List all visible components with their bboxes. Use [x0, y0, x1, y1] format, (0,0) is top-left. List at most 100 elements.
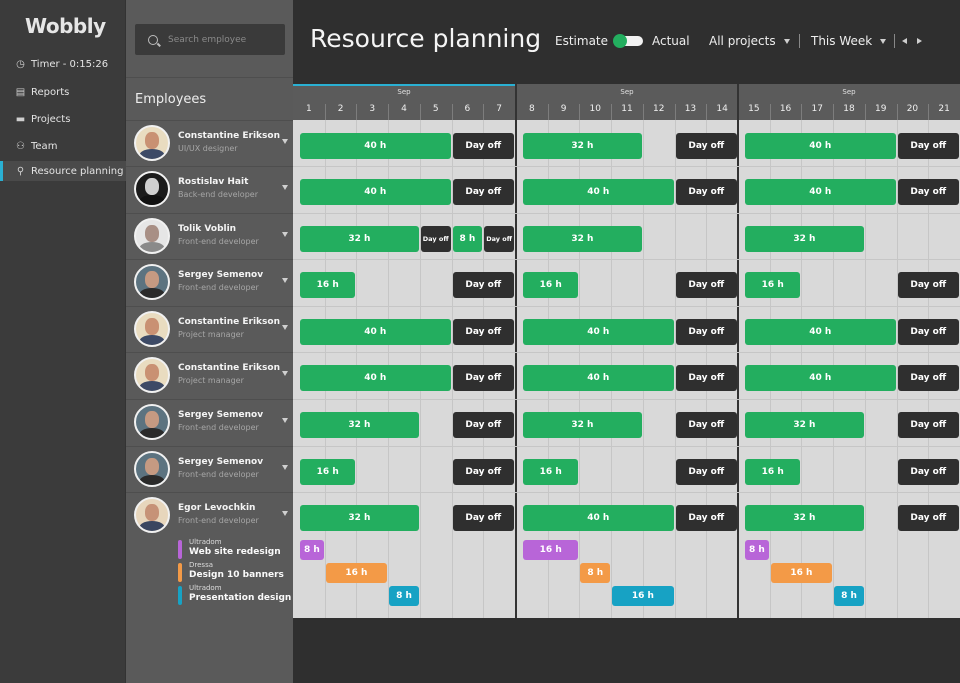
day-off-block[interactable]: Day off [675, 133, 737, 159]
search-box[interactable] [135, 24, 285, 55]
day-off-block[interactable]: Day off [675, 272, 737, 298]
work-hours-block[interactable]: 40 h [523, 179, 674, 205]
day-off-block[interactable]: Day off [420, 226, 451, 252]
employee-row[interactable]: Sergey Semenov Front-end developer [126, 399, 293, 445]
work-hours-block[interactable]: 32 h [523, 226, 642, 252]
expand-caret-icon[interactable] [282, 511, 288, 516]
work-hours-block[interactable]: 40 h [300, 365, 451, 391]
expand-caret-icon[interactable] [282, 418, 288, 423]
day-off-block[interactable]: Day off [675, 505, 737, 531]
expand-caret-icon[interactable] [282, 185, 288, 190]
day-off-block[interactable]: Day off [484, 226, 514, 252]
day-off-block[interactable]: Day off [897, 133, 959, 159]
day-off-block[interactable]: Day off [675, 459, 737, 485]
day-off-block[interactable]: Day off [452, 505, 514, 531]
day-off-block[interactable]: Day off [675, 365, 737, 391]
day-off-block[interactable]: Day off [897, 179, 959, 205]
next-period-arrow-icon[interactable] [917, 38, 922, 44]
nav-item-resource[interactable]: ⚲ Resource planning [0, 161, 126, 181]
avatar-face [145, 364, 159, 381]
day-off-block[interactable]: Day off [452, 459, 514, 485]
employee-row[interactable]: Sergey Semenov Front-end developer [126, 259, 293, 305]
employee-row[interactable]: Tolik Voblin Front-end developer [126, 213, 293, 259]
work-hours-block[interactable]: 32 h [745, 412, 864, 438]
work-hours-block[interactable]: 32 h [523, 133, 642, 159]
work-hours-block[interactable]: 40 h [300, 133, 451, 159]
work-hours-block[interactable]: 32 h [523, 412, 642, 438]
nav-item-team[interactable]: ⚇ Team [0, 136, 126, 156]
project-hours-block[interactable]: 16 h [523, 540, 579, 560]
work-hours-block[interactable]: 40 h [523, 505, 674, 531]
day-off-block[interactable]: Day off [452, 412, 514, 438]
project-hours-block[interactable]: 8 h [580, 563, 611, 583]
employee-row[interactable]: Sergey Semenov Front-end developer [126, 446, 293, 492]
work-hours-block[interactable]: 32 h [300, 412, 419, 438]
day-off-block[interactable]: Day off [675, 319, 737, 345]
employee-row[interactable]: Egor Levochkin Front-end developer Ultrado… [126, 492, 293, 618]
day-off-block[interactable]: Day off [897, 459, 959, 485]
work-hours-block[interactable]: 40 h [300, 179, 451, 205]
day-label: 21 [938, 104, 950, 114]
app-window: Wobbly ◷ Timer - 0:15:26 ▤ Reports ▬ Projects… [0, 0, 960, 683]
day-off-block[interactable]: Day off [897, 412, 959, 438]
expand-caret-icon[interactable] [282, 278, 288, 283]
day-off-block[interactable]: Day off [452, 319, 514, 345]
work-hours-block[interactable]: 32 h [300, 226, 419, 252]
project-hours-block[interactable]: 8 h [300, 540, 324, 560]
day-off-block[interactable]: Day off [897, 505, 959, 531]
project-hours-block[interactable]: 16 h [325, 563, 388, 583]
day-off-block[interactable]: Day off [897, 319, 959, 345]
expand-caret-icon[interactable] [282, 325, 288, 330]
work-hours-block[interactable]: 32 h [300, 505, 419, 531]
day-off-block[interactable]: Day off [452, 133, 514, 159]
day-off-block[interactable]: Day off [452, 272, 514, 298]
actual-label[interactable]: Actual [652, 34, 690, 48]
estimate-label[interactable]: Estimate [555, 34, 608, 48]
work-hours-block[interactable]: 40 h [745, 319, 896, 345]
project-hours-block[interactable]: 8 h [834, 586, 864, 606]
work-hours-block[interactable]: 16 h [745, 459, 801, 485]
nav-item-reports[interactable]: ▤ Reports [0, 82, 126, 102]
work-hours-block[interactable]: 40 h [523, 319, 674, 345]
day-off-block[interactable]: Day off [675, 179, 737, 205]
project-hours-block[interactable]: 8 h [745, 540, 769, 560]
employee-row[interactable]: Rostislav Hait Back-end developer [126, 166, 293, 212]
work-hours-block[interactable]: 40 h [300, 319, 451, 345]
work-hours-block[interactable]: 40 h [523, 365, 674, 391]
work-hours-block[interactable]: 40 h [745, 179, 896, 205]
expand-caret-icon[interactable] [282, 371, 288, 376]
projects-filter-dropdown[interactable]: All projects [709, 34, 790, 48]
work-hours-block[interactable]: 16 h [523, 272, 579, 298]
avatar [134, 311, 170, 347]
expand-caret-icon[interactable] [282, 139, 288, 144]
employee-row[interactable]: Constantine Erikson UI/UX designer [126, 120, 293, 166]
estimate-actual-toggle[interactable] [613, 34, 643, 48]
work-hours-block[interactable]: 40 h [745, 133, 896, 159]
employee-row[interactable]: Constantine Erikson Project manager [126, 352, 293, 398]
prev-period-arrow-icon[interactable] [902, 38, 907, 44]
work-hours-block[interactable]: 16 h [745, 272, 801, 298]
work-hours-block[interactable]: 16 h [523, 459, 579, 485]
work-hours-block[interactable]: 32 h [745, 505, 864, 531]
project-hours-block[interactable]: 8 h [389, 586, 419, 606]
work-hours-block[interactable]: 8 h [452, 226, 483, 252]
project-hours-block[interactable]: 16 h [770, 563, 833, 583]
nav-item-timer[interactable]: ◷ Timer - 0:15:26 [0, 54, 126, 74]
day-off-block[interactable]: Day off [897, 365, 959, 391]
employee-row[interactable]: Constantine Erikson Project manager [126, 306, 293, 352]
day-off-block[interactable]: Day off [452, 365, 514, 391]
work-hours-block[interactable]: 16 h [300, 459, 356, 485]
expand-caret-icon[interactable] [282, 232, 288, 237]
work-hours-block[interactable]: 40 h [745, 365, 896, 391]
day-off-block[interactable]: Day off [452, 179, 514, 205]
project-hours-block[interactable]: 16 h [612, 586, 674, 606]
period-filter-dropdown[interactable]: This Week [811, 34, 887, 48]
day-off-block[interactable]: Day off [897, 272, 959, 298]
nav-item-projects[interactable]: ▬ Projects [0, 109, 126, 129]
work-hours-block[interactable]: 32 h [745, 226, 864, 252]
day-off-block[interactable]: Day off [675, 412, 737, 438]
app-logo[interactable]: Wobbly [25, 14, 106, 38]
expand-caret-icon[interactable] [282, 465, 288, 470]
search-employee-input[interactable] [168, 34, 278, 45]
work-hours-block[interactable]: 16 h [300, 272, 356, 298]
